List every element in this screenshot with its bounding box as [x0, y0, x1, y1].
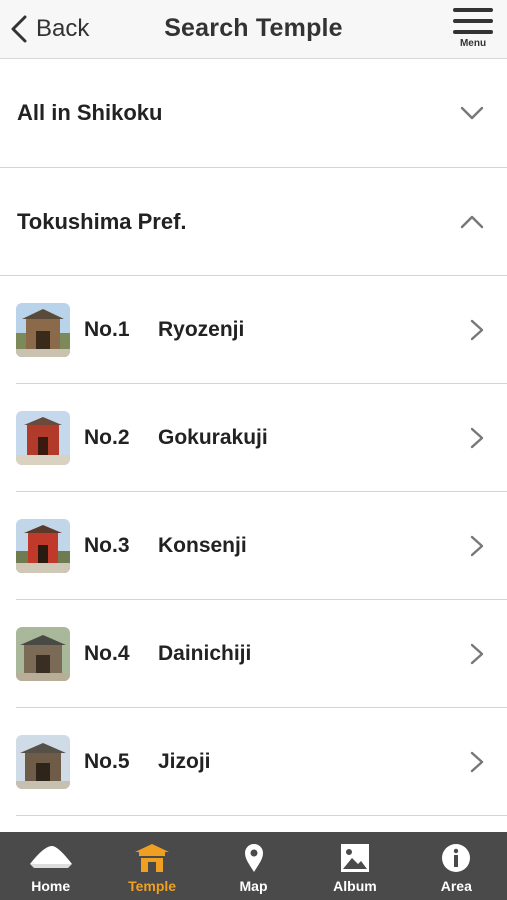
tab-map[interactable]: Map [203, 832, 304, 900]
tab-home[interactable]: Home [0, 832, 101, 900]
map-pin-icon [244, 844, 263, 872]
temple-list-item[interactable]: No.5 Jizoji [0, 708, 507, 816]
temple-number: No.5 [84, 750, 130, 773]
tab-label: Temple [128, 878, 177, 894]
page-title: Search Temple [164, 14, 343, 42]
temple-thumbnail [16, 411, 70, 465]
menu-label: Menu [459, 38, 487, 49]
hamburger-icon-bar [453, 30, 493, 34]
temple-name: Ryozenji [158, 318, 245, 341]
temple-thumbnail [16, 627, 70, 681]
section-all-in-shikoku[interactable]: All in Shikoku [0, 59, 507, 168]
temple-list-item[interactable]: No.3 Konsenji [0, 492, 507, 600]
header-bar: Back Search Temple Menu [0, 0, 507, 59]
temple-name: Jizoji [158, 750, 211, 773]
hamburger-icon [453, 8, 493, 12]
tab-label: Area [440, 878, 472, 894]
chevron-right-icon [470, 319, 484, 341]
tab-label: Album [333, 878, 377, 894]
chevron-right-icon [470, 535, 484, 557]
tab-album[interactable]: Album [304, 832, 405, 900]
hamburger-icon-bar [453, 19, 493, 23]
album-icon [340, 844, 369, 872]
chevron-right-icon [470, 751, 484, 773]
chevron-down-icon [459, 100, 485, 126]
temple-number: No.4 [84, 642, 130, 665]
temple-list-item[interactable]: No.2 Gokurakuji [0, 384, 507, 492]
chevron-right-icon [470, 427, 484, 449]
temple-number: No.3 [84, 534, 130, 557]
tab-temple[interactable]: Temple [101, 832, 202, 900]
tab-label: Map [239, 878, 268, 894]
section-label: All in Shikoku [17, 100, 163, 125]
home-hat-icon [29, 846, 72, 868]
chevron-right-icon [470, 643, 484, 665]
temple-list-item[interactable]: No.4 Dainichiji [0, 600, 507, 708]
temple-thumbnail [16, 735, 70, 789]
menu-button[interactable]: Menu [451, 6, 495, 54]
temple-name: Dainichiji [158, 642, 252, 665]
section-tokushima-pref[interactable]: Tokushima Pref. [0, 168, 507, 276]
temple-number: No.1 [84, 318, 130, 341]
temple-list-item[interactable]: No.1 Ryozenji [0, 276, 507, 384]
tab-label: Home [31, 878, 71, 894]
tab-area[interactable]: Area [406, 832, 507, 900]
temple-name: Konsenji [158, 534, 247, 557]
temple-list: No.1 Ryozenji No.2 Gokurakuji No.3 Konse… [0, 276, 507, 816]
temple-number: No.2 [84, 426, 130, 449]
section-label: Tokushima Pref. [17, 208, 187, 234]
chevron-up-icon [459, 209, 485, 235]
temple-name: Gokurakuji [158, 426, 268, 449]
temple-thumbnail [16, 303, 70, 357]
temple-thumbnail [16, 519, 70, 573]
info-icon [442, 844, 471, 872]
temple-icon [135, 844, 170, 872]
tab-bar: Home Temple Map Album Area [0, 832, 507, 900]
